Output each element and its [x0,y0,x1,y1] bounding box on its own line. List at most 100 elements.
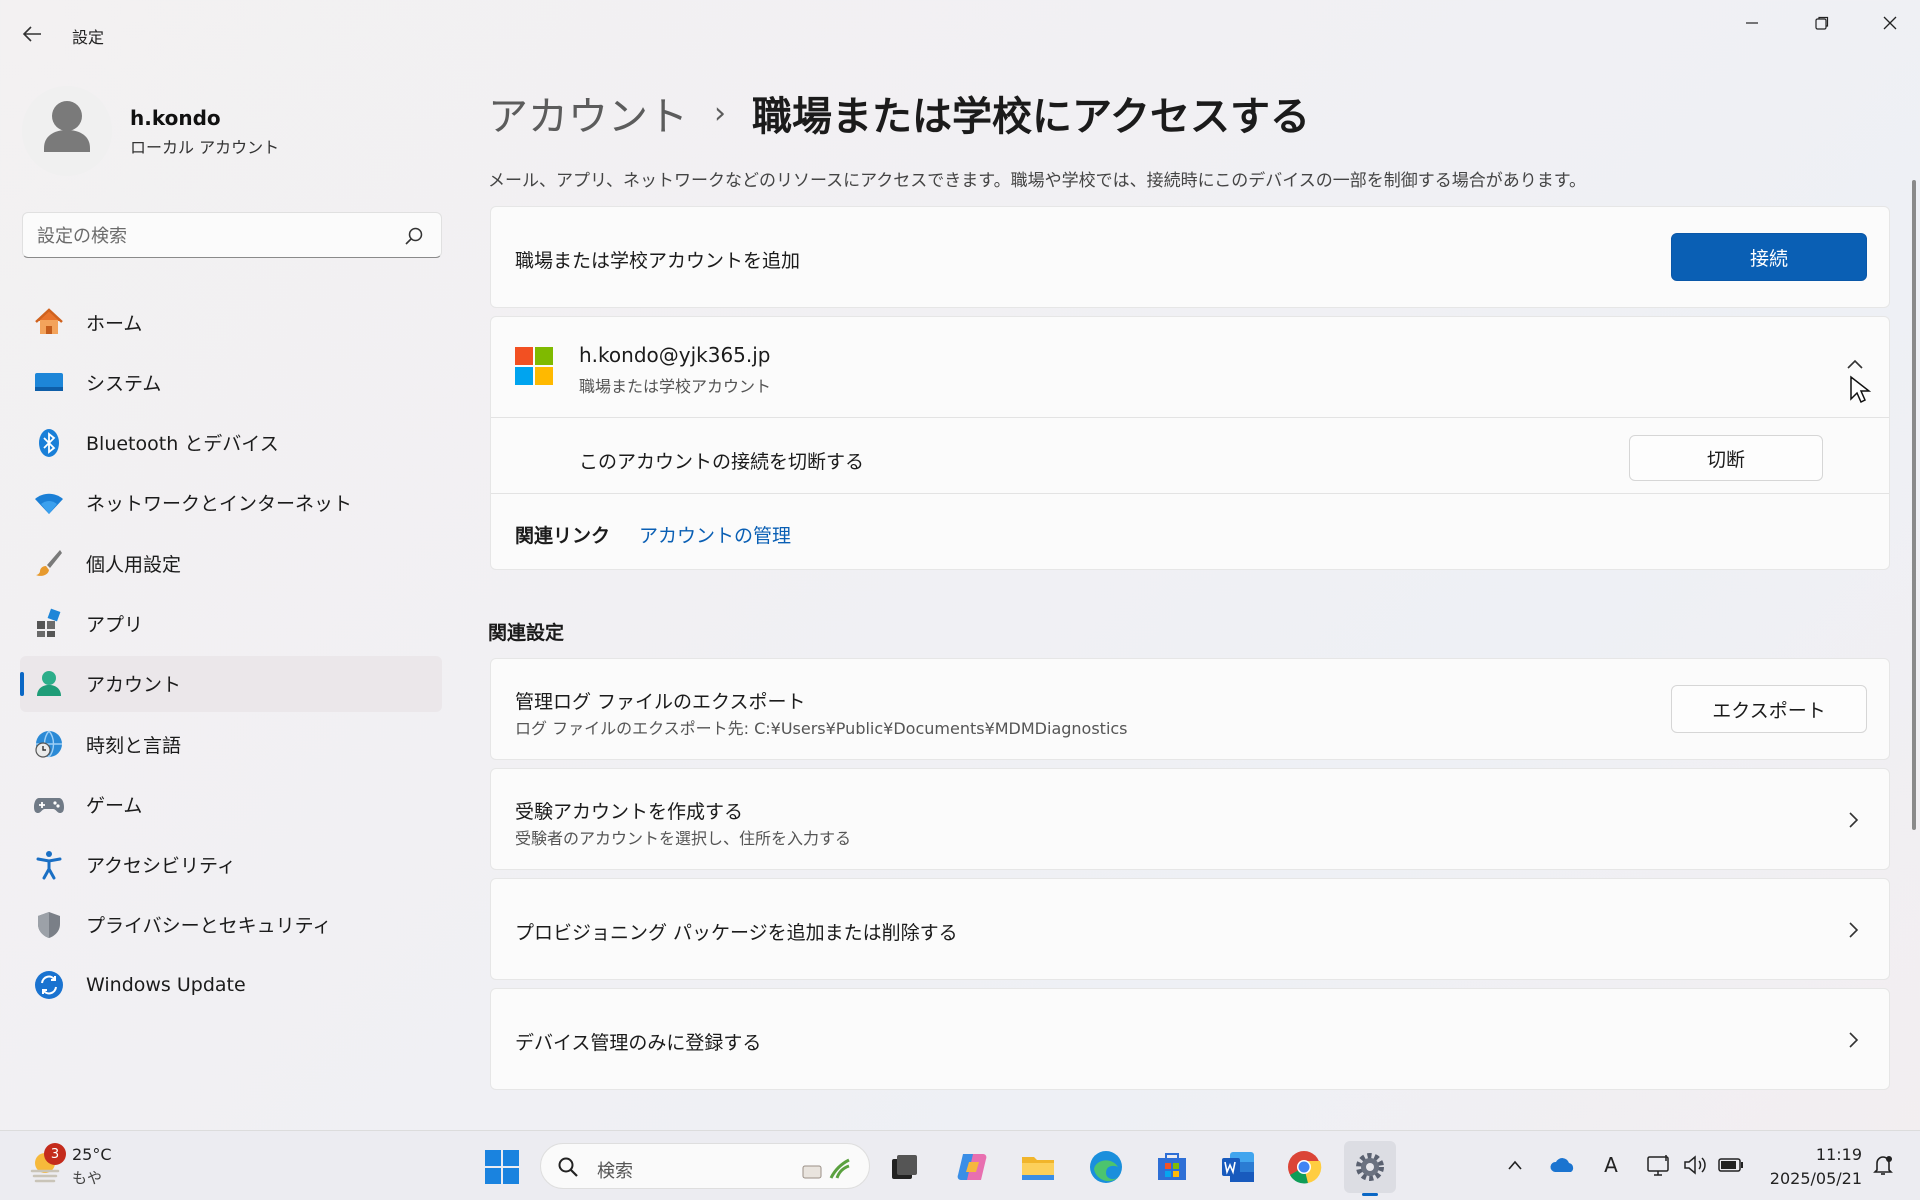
disconnect-label: このアカウントの接続を切断する [579,451,865,473]
page-description: メール、アプリ、ネットワークなどのリソースにアクセスできます。職場や学校では、接… [488,171,1587,191]
provisioning-card[interactable]: プロビジョニング パッケージを追加または削除する [490,878,1890,980]
show-hidden-icons-button[interactable] [1498,1145,1532,1185]
chrome-icon [1288,1151,1322,1184]
copilot-icon [957,1154,987,1180]
sidebar-nav: ホーム システム Bluetooth とデバイス ネットワークとインターネット … [20,294,442,1018]
sidebar-item-label: Bluetooth とデバイス [86,433,279,456]
system-icon [32,365,66,399]
back-button[interactable] [18,20,46,48]
ime-indicator[interactable]: A [1594,1145,1628,1185]
export-button[interactable]: エクスポート [1671,685,1867,733]
sidebar-item-label: ゲーム [86,794,143,817]
clock-globe-icon [32,727,66,761]
chevron-up-icon[interactable] [1845,357,1865,371]
accessibility-icon [32,848,66,882]
gear-icon [1356,1153,1384,1181]
scrollbar[interactable] [1912,180,1916,830]
wifi-icon [32,486,66,520]
brush-icon [32,546,66,580]
export-logs-card: 管理ログ ファイルのエクスポート ログ ファイルのエクスポート先: C:¥Use… [490,658,1890,760]
network-tray[interactable] [1642,1145,1676,1185]
weather-badge: 3 [44,1143,66,1165]
onedrive-tray[interactable] [1546,1145,1580,1185]
sidebar-item-windows-update[interactable]: Windows Update [20,957,442,1013]
sidebar-item-time-language[interactable]: 時刻と言語 [20,716,442,772]
close-icon [1883,16,1897,30]
clock-time: 11:19 [1815,1145,1862,1164]
add-account-card: 職場または学校アカウントを追加 接続 [490,206,1890,308]
manage-account-link[interactable]: アカウントの管理 [639,521,791,548]
breadcrumb-separator: › [714,95,726,131]
gamepad-icon [32,787,66,821]
account-expander-header[interactable]: h.kondo@yjk365.jp 職場または学校アカウント [491,317,1889,417]
volume-tray[interactable] [1678,1145,1712,1185]
chevron-right-icon [1849,922,1859,938]
microsoft-logo-icon [515,347,553,385]
account-email: h.kondo@yjk365.jp [579,343,771,367]
taskbar-word[interactable] [1212,1141,1264,1193]
restore-button[interactable] [1790,8,1854,38]
taskbar-file-explorer[interactable] [1012,1141,1064,1193]
taskbar-store[interactable] [1146,1141,1198,1193]
apps-icon [32,606,66,640]
related-links-label: 関連リンク [515,525,611,547]
connect-button[interactable]: 接続 [1671,233,1867,281]
divider [491,417,1889,418]
sidebar-item-accessibility[interactable]: アクセシビリティ [20,837,442,893]
search-input[interactable] [37,223,397,249]
main-content: アカウント › 職場または学校にアクセスする メール、アプリ、ネットワークなどの… [488,66,1890,1130]
close-button[interactable] [1858,8,1920,38]
taskbar-chrome[interactable] [1278,1141,1330,1193]
sidebar-item-accounts[interactable]: アカウント [20,655,442,712]
battery-tray[interactable] [1714,1145,1748,1185]
store-icon [1158,1153,1186,1180]
sidebar-item-label: 時刻と言語 [86,734,182,757]
sidebar-item-network[interactable]: ネットワークとインターネット [20,475,442,531]
task-view-button[interactable] [878,1141,930,1193]
sidebar-item-apps[interactable]: アプリ [20,595,442,651]
sidebar-item-privacy[interactable]: プライバシーとセキュリティ [20,897,442,953]
taskbar: 3 25°C もや 検索 A 11:19 2025/05/21 [0,1130,1920,1200]
disconnect-button[interactable]: 切断 [1629,435,1823,481]
taskbar-search[interactable]: 検索 [540,1143,870,1189]
sidebar-item-label: アカウント [86,674,182,697]
mouse-cursor-icon [1850,375,1871,404]
avatar[interactable] [22,86,112,176]
search-highlight-icon [802,1158,850,1179]
sidebar-item-personalization[interactable]: 個人用設定 [20,535,442,591]
sidebar-item-home[interactable]: ホーム [20,294,442,350]
taskbar-settings[interactable] [1344,1141,1396,1196]
taskbar-copilot[interactable] [946,1141,998,1193]
sidebar-item-gaming[interactable]: ゲーム [20,776,442,832]
restore-icon [1815,16,1829,30]
connected-account-card: h.kondo@yjk365.jp 職場または学校アカウント このアカウントの接… [490,316,1890,570]
device-management-card[interactable]: デバイス管理のみに登録する [490,988,1890,1090]
task-view-icon [892,1155,917,1179]
shield-icon [32,908,66,942]
export-logs-path: ログ ファイルのエクスポート先: C:¥Users¥Public¥Documen… [515,719,1128,738]
battery-icon [1718,1158,1743,1172]
export-logs-title: 管理ログ ファイルのエクスポート [515,691,806,713]
taskbar-edge[interactable] [1080,1141,1132,1193]
search-icon[interactable] [403,225,425,247]
notifications-button[interactable] [1866,1145,1900,1185]
exam-account-card[interactable]: 受験アカウントを作成する 受験者のアカウントを選択し、住所を入力する [490,768,1890,870]
account-icon [32,667,66,701]
active-indicator [20,671,24,696]
page-title: 職場または学校にアクセスする [752,94,1310,140]
title-bar: 設定 [0,0,1920,66]
minimize-button[interactable] [1720,8,1784,38]
start-button[interactable] [476,1141,528,1193]
breadcrumb-parent[interactable]: アカウント [488,84,688,142]
windows-logo-icon [485,1150,519,1184]
sidebar-item-label: 個人用設定 [86,553,182,576]
settings-search[interactable] [22,212,442,258]
chevron-right-icon [1849,812,1859,828]
provisioning-title: プロビジョニング パッケージを追加または削除する [515,922,958,944]
sidebar-item-label: Windows Update [86,974,246,997]
sidebar-item-system[interactable]: システム [20,354,442,410]
folder-icon [1022,1157,1054,1180]
sidebar-item-bluetooth[interactable]: Bluetooth とデバイス [20,415,442,471]
edge-icon [1090,1151,1122,1183]
notification-bell-icon [1873,1156,1893,1175]
